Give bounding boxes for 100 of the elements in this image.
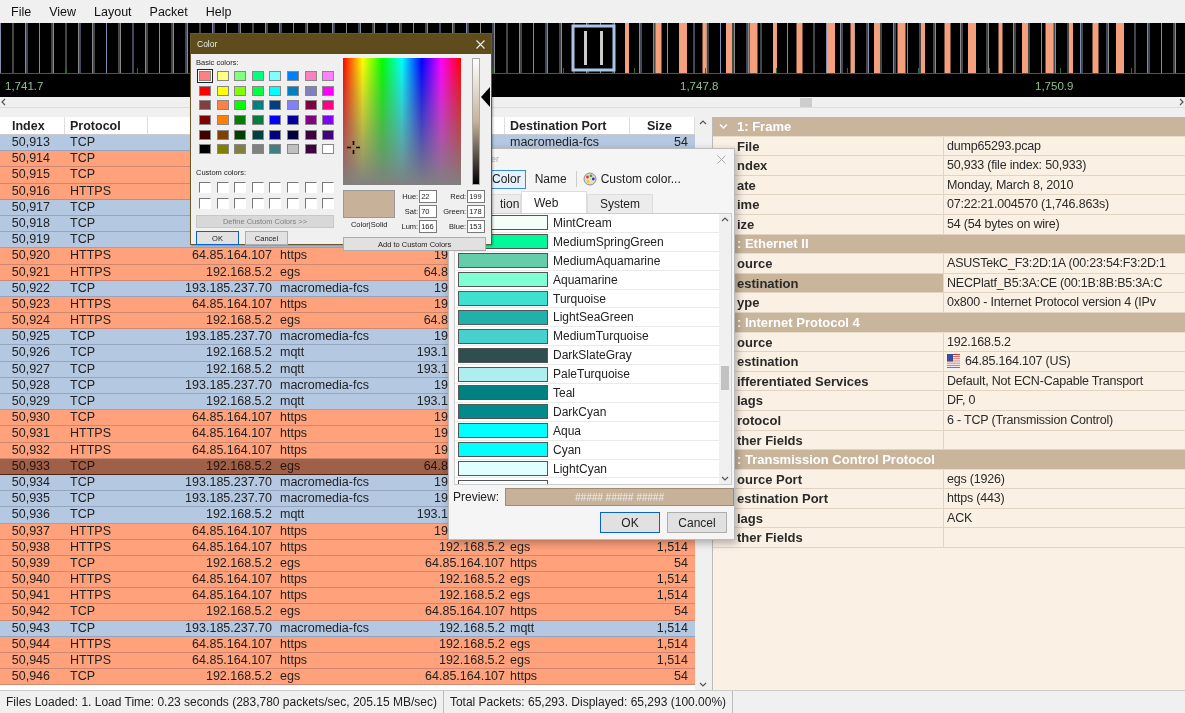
table-cell: 192.168.5.2 xyxy=(205,394,272,410)
table-cell: HTTPS xyxy=(70,523,111,539)
table-cell: 1,514 xyxy=(656,572,688,588)
tick-label: 1,750.9 xyxy=(1035,80,1074,92)
section-title: : Transmission Control Protocol xyxy=(737,451,935,467)
table-cell: 54 xyxy=(674,669,688,685)
table-cell: TCP xyxy=(70,280,95,296)
table-cell: 54 xyxy=(674,555,688,572)
table-cell: TCP xyxy=(70,215,95,232)
table-cell: 192.168.5.2 xyxy=(438,539,505,555)
table-cell: egs xyxy=(510,636,531,652)
table-cell: 64.85.164.107 xyxy=(192,636,272,652)
section-title: 1: Frame xyxy=(737,118,792,134)
table-cell: 64.85.164.107 xyxy=(192,296,272,313)
table-cell: https xyxy=(280,523,308,539)
table-cell: macromedia-fcs xyxy=(280,329,369,345)
table-cell: 64.85.164.107 xyxy=(192,572,272,588)
color-name: MediumSpringGreen xyxy=(553,234,664,249)
table-cell: HTTPS xyxy=(70,296,111,313)
table-cell: mqtt xyxy=(280,507,305,523)
table-cell: HTTPS xyxy=(70,636,111,652)
color-name: DarkSlateGray xyxy=(553,348,632,363)
table-cell: 50,914 xyxy=(11,151,50,167)
field-value: 50,933 (file index: 50,933) xyxy=(946,157,1088,175)
section-title: : Ethernet II xyxy=(737,236,809,252)
table-cell: TCP xyxy=(70,167,95,183)
table-cell: 19 xyxy=(434,280,448,296)
table-cell: 192.168.5.2 xyxy=(438,588,505,604)
table-cell: 50,919 xyxy=(11,232,50,248)
table-cell: 193.185.237.70 xyxy=(185,620,272,636)
table-cell: https xyxy=(280,296,308,313)
table-cell: 192.168.5.2 xyxy=(438,620,505,636)
color-name: LightCyan xyxy=(553,461,608,476)
table-cell: 64.85.164.107 xyxy=(192,523,272,539)
color-preview: ##### ##### ##### xyxy=(505,488,734,506)
color-name: MintCream xyxy=(553,215,612,230)
table-cell: 50,928 xyxy=(11,377,50,393)
color-name: Cyan xyxy=(553,442,581,457)
table-cell: HTTPS xyxy=(70,313,111,329)
table-cell: 50,941 xyxy=(11,588,50,604)
table-cell: https xyxy=(280,410,308,426)
table-cell: 50,916 xyxy=(11,183,50,199)
field-value: 54 (54 bytes on wire) xyxy=(946,215,1061,233)
table-cell: 50,934 xyxy=(11,474,50,491)
table-cell: 192.168.5.2 xyxy=(205,345,272,361)
table-cell: 50,942 xyxy=(11,604,50,620)
table-cell: HTTPS xyxy=(70,588,111,604)
table-cell: 50,929 xyxy=(11,394,50,410)
table-cell: 1,514 xyxy=(656,636,688,652)
table-cell: 50,918 xyxy=(11,215,50,232)
table-cell: TCP xyxy=(70,151,95,167)
table-cell: 64.85.164.107 xyxy=(192,442,272,458)
table-cell: https xyxy=(280,539,308,555)
table-cell: https xyxy=(510,669,538,685)
table-cell: 193.1 xyxy=(416,507,448,523)
table-cell: 64.85.164.107 xyxy=(192,539,272,555)
status-text: Total Packets: 65,293. Displayed: 65,293 (100.00%) xyxy=(443,691,734,713)
table-cell: 50,936 xyxy=(11,507,50,523)
table-cell: 50,931 xyxy=(11,426,50,442)
table-cell: 50,917 xyxy=(11,199,50,215)
table-cell: 192.168.5.2 xyxy=(205,669,272,685)
table-cell: https xyxy=(510,555,538,572)
table-cell: TCP xyxy=(70,377,95,393)
table-cell: 50,925 xyxy=(11,329,50,345)
field-value: NECPlatf_B5:3A:CE (00:1B:8B:B5:3A:C xyxy=(946,274,1164,292)
table-cell: 64.85.164.107 xyxy=(192,248,272,264)
table-cell: TCP xyxy=(70,345,95,361)
table-cell: macromedia-fcs xyxy=(280,280,369,296)
table-cell: 64.8 xyxy=(423,264,448,280)
table-cell: 19 xyxy=(434,377,448,393)
table-cell: 50,913 xyxy=(11,135,50,151)
color-name: MediumTurquoise xyxy=(553,329,649,344)
dialog-title: Color xyxy=(197,39,218,49)
table-cell: TCP xyxy=(70,604,95,620)
table-cell: 50,924 xyxy=(11,313,50,329)
table-cell: 192.168.5.2 xyxy=(205,507,272,523)
table-cell: egs xyxy=(510,588,531,604)
table-cell: 50,946 xyxy=(11,669,50,685)
table-cell: egs xyxy=(280,458,301,474)
table-cell: TCP xyxy=(70,458,95,474)
table-cell: egs xyxy=(280,669,301,685)
table-cell: 50,945 xyxy=(11,653,50,669)
table-cell: 193.1 xyxy=(416,345,448,361)
table-cell: 192.168.5.2 xyxy=(205,361,272,377)
table-cell: TCP xyxy=(70,232,95,248)
table-cell: 50,920 xyxy=(11,248,50,264)
table-cell: 192.168.5.2 xyxy=(205,555,272,572)
table-cell: HTTPS xyxy=(70,442,111,458)
table-cell: 193.185.237.70 xyxy=(185,491,272,507)
table-cell: TCP xyxy=(70,507,95,523)
table-cell: 64.85.164.107 xyxy=(192,653,272,669)
table-cell: 50,938 xyxy=(11,539,50,555)
field-value: ACK xyxy=(946,509,974,527)
table-cell: https xyxy=(510,604,538,620)
table-cell: HTTPS xyxy=(70,264,111,280)
table-cell: 19 xyxy=(434,442,448,458)
table-cell: TCP xyxy=(70,361,95,377)
table-cell: egs xyxy=(280,604,301,620)
table-cell: egs xyxy=(510,539,531,555)
table-cell: 193.185.237.70 xyxy=(185,329,272,345)
